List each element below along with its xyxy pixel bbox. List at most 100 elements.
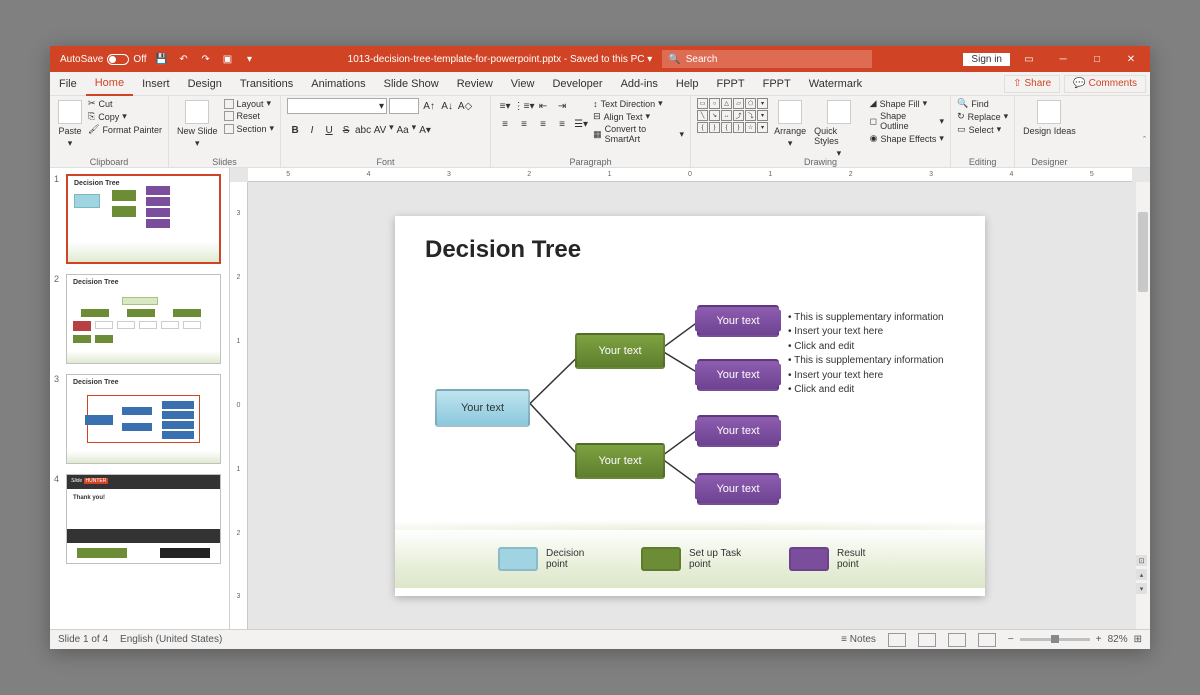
- tree-green-node[interactable]: Your text: [575, 443, 665, 479]
- qat-dropdown-icon[interactable]: ▾: [243, 52, 257, 66]
- quick-styles-button[interactable]: Quick Styles▾: [812, 98, 866, 161]
- select-button[interactable]: ▭Select ▾: [957, 124, 1008, 135]
- strike-button[interactable]: S: [338, 122, 354, 138]
- fit-button[interactable]: ⊡: [1136, 555, 1147, 566]
- font-color-button[interactable]: A▾: [417, 122, 433, 138]
- thumbnail-2[interactable]: Decision Tree: [66, 274, 221, 364]
- minimize-icon[interactable]: ─: [1048, 46, 1078, 72]
- tab-animations[interactable]: Animations: [302, 72, 374, 96]
- text-direction-button[interactable]: ↕Text Direction ▾: [593, 98, 684, 109]
- underline-button[interactable]: U: [321, 122, 337, 138]
- tree-root-node[interactable]: Your text: [435, 389, 530, 427]
- shape-fill-button[interactable]: ◢Shape Fill ▾: [870, 98, 944, 109]
- spacing-button[interactable]: AV: [372, 122, 388, 138]
- arrange-button[interactable]: Arrange▾: [772, 98, 808, 151]
- maximize-icon[interactable]: □: [1082, 46, 1112, 72]
- replace-button[interactable]: ↻Replace ▾: [957, 111, 1008, 122]
- zoom-out-button[interactable]: −: [1008, 634, 1014, 645]
- tree-purple-node[interactable]: Your text: [697, 415, 779, 447]
- slide-canvas[interactable]: Decision Tree Your text Your text Your t…: [395, 216, 985, 596]
- find-button[interactable]: 🔍Find: [957, 98, 1008, 109]
- align-center-button[interactable]: ≡: [516, 116, 532, 132]
- scroll-thumb[interactable]: [1138, 212, 1148, 292]
- zoom-in-button[interactable]: +: [1096, 634, 1102, 645]
- tab-home[interactable]: Home: [86, 72, 133, 96]
- comments-button[interactable]: 💬Comments: [1064, 75, 1146, 93]
- thumbnail-1[interactable]: Decision Tree: [66, 174, 221, 264]
- reset-button[interactable]: Reset: [224, 111, 275, 121]
- tab-watermark[interactable]: Watermark: [800, 72, 871, 96]
- tab-view[interactable]: View: [502, 72, 544, 96]
- font-size-select[interactable]: [389, 98, 419, 114]
- close-icon[interactable]: ✕: [1116, 46, 1146, 72]
- share-button[interactable]: ⇧Share: [1004, 75, 1060, 93]
- document-title[interactable]: 1013-decision-tree-template-for-powerpoi…: [348, 54, 653, 65]
- signin-button[interactable]: Sign in: [963, 53, 1010, 66]
- tab-fppt2[interactable]: FPPT: [754, 72, 800, 96]
- notes-button[interactable]: ≡ Notes: [841, 634, 876, 645]
- tab-fppt1[interactable]: FPPT: [708, 72, 754, 96]
- justify-button[interactable]: ≡: [554, 116, 570, 132]
- italic-button[interactable]: I: [304, 122, 320, 138]
- layout-button[interactable]: Layout ▾: [224, 98, 275, 109]
- prev-slide-button[interactable]: ▴: [1136, 569, 1147, 580]
- shrink-font-button[interactable]: A↓: [439, 98, 455, 114]
- tab-review[interactable]: Review: [448, 72, 502, 96]
- tree-purple-node[interactable]: Your text: [697, 305, 779, 337]
- columns-button[interactable]: ☰▾: [573, 116, 589, 132]
- tab-help[interactable]: Help: [667, 72, 708, 96]
- tab-slideshow[interactable]: Slide Show: [375, 72, 448, 96]
- thumbnail-3[interactable]: Decision Tree: [66, 374, 221, 464]
- new-slide-button[interactable]: New Slide ▾: [175, 98, 220, 151]
- fit-to-window-button[interactable]: ⊞: [1134, 634, 1142, 645]
- grow-font-button[interactable]: A↑: [421, 98, 437, 114]
- align-right-button[interactable]: ≡: [535, 116, 551, 132]
- design-ideas-button[interactable]: Design Ideas: [1021, 98, 1078, 138]
- tab-insert[interactable]: Insert: [133, 72, 179, 96]
- undo-icon[interactable]: ↶: [177, 52, 191, 66]
- indent-dec-button[interactable]: ⇤: [535, 98, 551, 114]
- present-icon[interactable]: ▣: [221, 52, 235, 66]
- font-family-select[interactable]: ▾: [287, 98, 387, 114]
- numbering-button[interactable]: ⋮≡▾: [516, 98, 532, 114]
- copy-button[interactable]: ⎘Copy ▾: [88, 111, 162, 122]
- cut-button[interactable]: ✂Cut: [88, 98, 162, 109]
- case-button[interactable]: Aa: [395, 122, 411, 138]
- save-icon[interactable]: 💾: [155, 52, 169, 66]
- tab-transitions[interactable]: Transitions: [231, 72, 302, 96]
- collapse-ribbon-icon[interactable]: ˆ: [1143, 135, 1146, 145]
- slide-title[interactable]: Decision Tree: [425, 236, 581, 264]
- tree-green-node[interactable]: Your text: [575, 333, 665, 369]
- shape-gallery[interactable]: ▭○△▱⬠▾ ╲↘↔⤴⤵▾ {}{}☆▾: [697, 98, 768, 133]
- bullet-list[interactable]: This is supplementary information Insert…: [788, 311, 963, 398]
- shape-effects-button[interactable]: ◉Shape Effects ▾: [870, 133, 944, 144]
- convert-smartart-button[interactable]: ▦Convert to SmartArt ▾: [593, 124, 684, 144]
- indent-inc-button[interactable]: ⇥: [554, 98, 570, 114]
- align-left-button[interactable]: ≡: [497, 116, 513, 132]
- tree-purple-node[interactable]: Your text: [697, 359, 779, 391]
- section-button[interactable]: Section ▾: [224, 123, 275, 134]
- zoom-level[interactable]: 82%: [1108, 634, 1128, 645]
- sorter-view-button[interactable]: [918, 633, 936, 647]
- language-button[interactable]: English (United States): [120, 634, 222, 645]
- search-input[interactable]: 🔍 Search: [662, 50, 872, 68]
- autosave-toggle[interactable]: AutoSave Off: [60, 54, 147, 65]
- slide-counter[interactable]: Slide 1 of 4: [58, 634, 108, 645]
- shape-outline-button[interactable]: ◻Shape Outline ▾: [870, 111, 944, 131]
- bold-button[interactable]: B: [287, 122, 303, 138]
- ribbon-mode-icon[interactable]: ▭: [1014, 46, 1044, 72]
- paste-button[interactable]: Paste▾: [56, 98, 84, 151]
- thumbnail-4[interactable]: Slide HUNTER Thank you!: [66, 474, 221, 564]
- slideshow-view-button[interactable]: [978, 633, 996, 647]
- tree-purple-node[interactable]: Your text: [697, 473, 779, 505]
- format-painter-button[interactable]: 🖌Format Painter: [88, 124, 162, 135]
- bullets-button[interactable]: ≡▾: [497, 98, 513, 114]
- tab-design[interactable]: Design: [179, 72, 231, 96]
- tab-addins[interactable]: Add-ins: [612, 72, 667, 96]
- normal-view-button[interactable]: [888, 633, 906, 647]
- clear-format-button[interactable]: A◇: [457, 98, 473, 114]
- redo-icon[interactable]: ↷: [199, 52, 213, 66]
- align-text-button[interactable]: ⊟Align Text ▾: [593, 111, 684, 122]
- tab-developer[interactable]: Developer: [543, 72, 611, 96]
- next-slide-button[interactable]: ▾: [1136, 583, 1147, 594]
